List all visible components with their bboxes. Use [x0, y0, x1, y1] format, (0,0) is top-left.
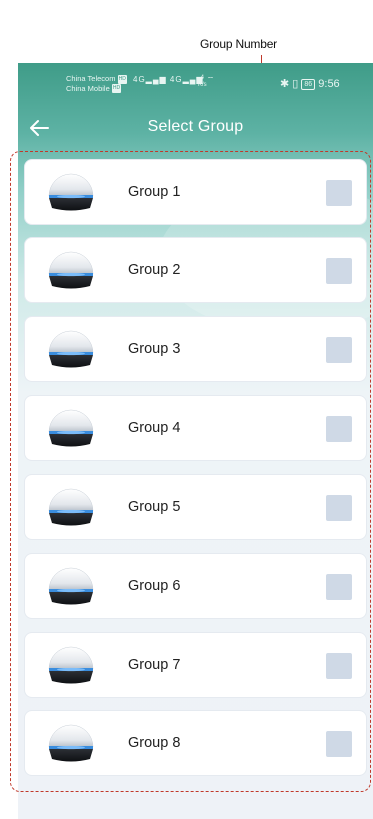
network-speed: 4 K/s: [198, 75, 207, 89]
hd-icon: HD: [117, 74, 127, 84]
group-device-icon: [46, 722, 96, 766]
clock: 9:56: [318, 78, 340, 90]
group-label: Group 6: [128, 578, 181, 594]
wifi-icon: ⌔: [206, 75, 216, 84]
network-2: 4G: [169, 75, 183, 84]
group-device-icon: [46, 328, 96, 372]
group-label: Group 2: [128, 262, 181, 278]
group-row[interactable]: Group 6: [24, 553, 367, 619]
group-row[interactable]: Group 8: [24, 710, 367, 776]
group-device-icon: [46, 249, 96, 293]
group-row[interactable]: Group 5: [24, 474, 367, 540]
group-checkbox[interactable]: [326, 731, 352, 757]
group-row[interactable]: Group 7: [24, 632, 367, 698]
group-row[interactable]: Group 2: [24, 237, 367, 303]
group-label: Group 5: [128, 499, 181, 515]
group-label: Group 7: [128, 657, 181, 673]
vibrate-icon: ▯: [292, 78, 299, 90]
group-device-icon: [46, 644, 96, 688]
carrier-2: China Mobile: [66, 83, 110, 93]
group-checkbox[interactable]: [326, 337, 352, 363]
bluetooth-icon: ✱: [280, 78, 290, 90]
group-label: Group 8: [128, 735, 181, 751]
battery-icon: 86: [301, 79, 316, 90]
group-checkbox[interactable]: [326, 574, 352, 600]
group-checkbox[interactable]: [326, 258, 352, 284]
carrier-info: China Telecom HD China Mobile HD: [66, 74, 127, 94]
page-title: Select Group: [147, 118, 244, 135]
group-checkbox[interactable]: [326, 180, 352, 206]
group-checkbox[interactable]: [326, 416, 352, 442]
group-row[interactable]: Group 1: [24, 159, 367, 225]
group-device-icon: [46, 407, 96, 451]
network-1: 4G: [133, 75, 146, 84]
group-label: Group 1: [128, 184, 181, 200]
group-label: Group 3: [128, 341, 181, 357]
annotation-label: Group Number: [200, 37, 277, 51]
group-device-icon: [46, 565, 96, 609]
status-bar: China Telecom HD China Mobile HD 4G▂▄▆ 4…: [18, 63, 373, 103]
group-checkbox[interactable]: [326, 495, 352, 521]
signal-icon: ▂▄▆: [145, 75, 167, 84]
group-row[interactable]: Group 3: [24, 316, 367, 382]
hd-icon: HD: [111, 84, 122, 94]
group-row[interactable]: Group 4: [24, 395, 367, 461]
speed-value: 4: [200, 75, 204, 81]
group-device-icon: [46, 486, 96, 530]
group-checkbox[interactable]: [326, 653, 352, 679]
phone-screen: China Telecom HD China Mobile HD 4G▂▄▆ 4…: [18, 63, 373, 819]
group-label: Group 4: [128, 420, 181, 436]
right-status: ✱ ▯ 86 9:56: [280, 77, 340, 90]
group-device-icon: [46, 171, 96, 215]
carrier-1: China Telecom: [66, 74, 116, 83]
speed-unit: K/s: [198, 82, 207, 88]
